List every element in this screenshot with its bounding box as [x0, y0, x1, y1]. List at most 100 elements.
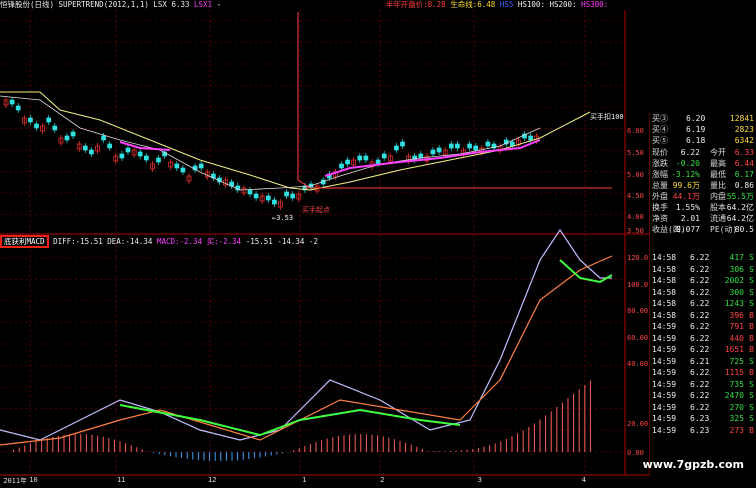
stat-value: 2.01: [680, 214, 700, 223]
half-year-value: 8.28: [427, 0, 446, 9]
tick-row[interactable]: 14:58 6.22 396 B: [652, 310, 756, 322]
hs100-label: HS100:: [517, 0, 545, 9]
candle-body: [119, 153, 125, 159]
order-book-row[interactable]: 买⑤ 6.18 6342: [652, 135, 756, 146]
hs200-label: HS200:: [549, 0, 577, 9]
stat-label: 总量: [652, 181, 668, 190]
candle-body: [265, 195, 271, 201]
candle-body: [528, 135, 533, 141]
candle-body: [64, 135, 70, 141]
macd-header: 底获利MACD DIFF:-15.51 DEA:-14.34 MACD:-2.3…: [0, 235, 650, 248]
tick-row[interactable]: 14:58 6.22 306 S: [652, 264, 756, 276]
extra-value-1: -15.51: [245, 237, 273, 246]
stat-value: -3.12%: [671, 170, 700, 179]
stat-value: 44.1万: [672, 192, 700, 201]
candle-body: [101, 135, 106, 141]
stat-label: 最高: [710, 159, 726, 168]
tick-row[interactable]: 14:59 6.21 725 S: [652, 356, 756, 368]
date-tick-label: 4: [581, 476, 586, 484]
stat-value: 64.2亿: [726, 203, 754, 212]
candle-body: [284, 191, 289, 197]
diff-value: -15.51: [75, 237, 103, 246]
candle-body: [198, 163, 204, 169]
indicator-name[interactable]: SUPERTREND(2012,1,1): [59, 0, 149, 9]
stat-value: 55.5万: [726, 192, 754, 201]
lsx1-label: LSX1: [194, 0, 213, 9]
tick-row[interactable]: 14:59 6.23 273 B: [652, 425, 756, 437]
stock-name[interactable]: 恒锋股份(日线): [0, 0, 54, 9]
stat-value: 6.17: [734, 170, 754, 179]
tick-row[interactable]: 14:59 6.23 325 S: [652, 413, 756, 425]
stat-value: 99.6万: [672, 181, 700, 190]
candle-body: [381, 153, 387, 159]
stat-label: 涨跌: [652, 159, 668, 168]
candle-body: [272, 199, 277, 205]
stat-label: 净资: [652, 214, 668, 223]
candle-body: [455, 143, 460, 149]
low-price-label: ←3.53: [272, 214, 294, 222]
candle-body: [400, 141, 405, 147]
stat-label: 股本: [710, 203, 726, 212]
stat-label: 量比: [710, 181, 726, 190]
candle-body: [137, 151, 143, 157]
candle-body: [436, 147, 442, 153]
candle-body: [89, 149, 94, 155]
tick-row[interactable]: 14:59 6.22 735 S: [652, 379, 756, 391]
quote-stat-row: 收益(四) 0.077 PE(动) 80.5: [652, 224, 756, 235]
quote-panel: 买③ 6.20 12841 买④ 6.19 2823 买⑤ 6.18 6342 现价 6.22…: [652, 113, 756, 473]
quote-stat-row: 换手 1.55% 股本 64.2亿: [652, 202, 756, 213]
dea-label: DEA:: [107, 237, 126, 246]
stat-value: 64.2亿: [726, 214, 754, 223]
candle-body: [46, 117, 52, 123]
order-book-row[interactable]: 买④ 6.19 2823: [652, 124, 756, 135]
tick-row[interactable]: 14:59 6.22 1115 B: [652, 367, 756, 379]
tick-row[interactable]: 14:59 6.22 440 B: [652, 333, 756, 345]
tick-row[interactable]: 14:59 6.22 791 B: [652, 321, 756, 333]
price-tick-label: 5.00: [627, 171, 644, 179]
tick-row[interactable]: 14:58 6.22 2002 S: [652, 275, 756, 287]
stat-value: -0.20: [675, 159, 700, 168]
lifeline-label: 生命线:: [450, 0, 478, 9]
macd-tick-label: 80.00: [627, 307, 648, 315]
moving-average-lines: [0, 12, 612, 191]
stat-label: 今开: [710, 148, 726, 157]
date-tick-label: 10: [29, 476, 38, 484]
price-tick-label: 4.00: [627, 213, 644, 221]
tick-row[interactable]: 14:59 6.22 270 S: [652, 402, 756, 414]
stat-label: 内盘: [710, 192, 726, 201]
macd-value: -2.34: [179, 237, 203, 246]
candle-body: [339, 163, 344, 169]
candle-body: [52, 125, 58, 131]
stat-value: 0.077: [675, 225, 700, 234]
hs300-label: HS300:: [581, 0, 609, 9]
macd-indicator-name[interactable]: 底获利MACD: [0, 235, 49, 248]
candle-body: [107, 143, 113, 149]
kline-chart[interactable]: 6.00 5.50 5.00 4.50 4.00 3.50 120.0 100.0 80.00 6…: [0, 10, 650, 488]
half-year-label: 半年开盘价:: [385, 0, 428, 9]
order-book-row[interactable]: 买③ 6.20 12841: [652, 113, 756, 124]
tick-row[interactable]: 14:58 6.22 1243 S: [652, 298, 756, 310]
candle-body: [363, 155, 369, 161]
watermark: www.7gpzb.com: [642, 458, 744, 471]
k-label: 买:: [206, 237, 219, 246]
candle-body: [467, 143, 472, 149]
lsx-value: 6.33: [171, 0, 190, 9]
tick-row[interactable]: 14:58 6.22 300 S: [652, 287, 756, 299]
tick-row[interactable]: 14:59 6.22 1651 B: [652, 344, 756, 356]
candle-body: [375, 159, 381, 165]
candle-body: [485, 141, 491, 147]
candle-body: [174, 163, 180, 169]
stat-value: 6.44: [734, 159, 754, 168]
quote-stat-row: 总量 99.6万 量比 0.86: [652, 180, 756, 191]
tick-row[interactable]: 14:59 6.22 2470 S: [652, 390, 756, 402]
tick-row[interactable]: 14:58 6.22 417 S: [652, 252, 756, 264]
dea-line: [0, 255, 613, 446]
price-tick-label: 5.50: [627, 149, 644, 157]
quote-stat-row: 涨跌 -0.20 最高 6.44: [652, 158, 756, 169]
candle-body: [125, 147, 131, 153]
stat-label: 最低: [710, 170, 726, 179]
price-tick-label: 3.50: [627, 227, 644, 235]
candle-body: [290, 193, 296, 199]
price-axis: 6.00 5.50 5.00 4.50 4.00 3.50 120.0 100.0 80.00 6…: [627, 127, 648, 457]
candle-body: [253, 193, 259, 199]
